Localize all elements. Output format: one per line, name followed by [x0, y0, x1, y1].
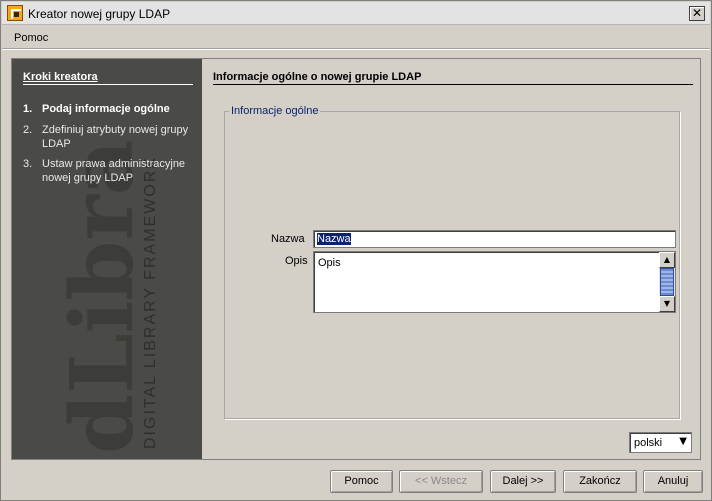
description-textarea[interactable]: Opis ▲ ▼: [313, 251, 676, 313]
steps-title: Kroki kreatora: [23, 71, 193, 85]
app-icon: [7, 5, 23, 21]
name-input-value: Nazwa: [317, 233, 351, 245]
description-scrollbar[interactable]: ▲ ▼: [659, 252, 675, 312]
back-button[interactable]: << Wstecz: [399, 470, 483, 493]
step-label: Podaj informacje ogólne: [42, 103, 170, 115]
next-button[interactable]: Dalej >>: [490, 470, 556, 493]
menu-help[interactable]: Pomoc: [14, 32, 48, 44]
language-select[interactable]: polski ▼: [629, 432, 692, 453]
steps-sidebar: dLibra DIGITAL LIBRARY FRAMEWORK Kroki k…: [12, 59, 202, 459]
name-input[interactable]: Nazwa: [313, 230, 676, 248]
scroll-up-icon[interactable]: ▲: [659, 252, 675, 268]
scroll-thumb[interactable]: [660, 268, 674, 296]
svg-text:DIGITAL LIBRARY FRAMEWORK: DIGITAL LIBRARY FRAMEWORK: [142, 156, 159, 449]
main-panel: dLibra DIGITAL LIBRARY FRAMEWORK Kroki k…: [11, 58, 701, 460]
description-value: Opis: [318, 257, 341, 269]
close-button[interactable]: ✕: [689, 6, 705, 21]
step-number: 2.: [23, 124, 33, 136]
page-title: Informacje ogólne o nowej grupie LDAP: [213, 71, 693, 85]
language-value: polski: [634, 437, 663, 449]
chevron-down-icon: ▼: [679, 436, 687, 447]
window-title: Kreator nowej grupy LDAP: [28, 7, 171, 21]
dlibra-watermark-logo: dLibra DIGITAL LIBRARY FRAMEWORK: [52, 140, 159, 454]
name-label: Nazwa: [271, 233, 305, 245]
help-button[interactable]: Pomoc: [330, 470, 393, 493]
scroll-down-icon[interactable]: ▼: [659, 296, 675, 312]
title-bar[interactable]: Kreator nowej grupy LDAP ✕: [2, 2, 710, 25]
finish-button[interactable]: Zakończ: [563, 470, 637, 493]
cancel-button[interactable]: Anuluj: [643, 470, 703, 493]
step-number: 3.: [23, 158, 33, 170]
group-title: Informacje ogólne: [229, 105, 321, 117]
description-label: Opis: [285, 255, 308, 267]
wizard-window: Kreator nowej grupy LDAP ✕ Pomoc dLibra …: [0, 0, 712, 501]
svg-text:dLibra: dLibra: [52, 140, 153, 454]
step-number: 1.: [23, 103, 33, 115]
menu-bar: Pomoc: [2, 26, 710, 50]
step-label: Zdefiniuj atrybuty nowej grupy LDAP: [42, 124, 189, 150]
step-label: Ustaw prawa administracyjne nowej grupy …: [42, 158, 186, 184]
